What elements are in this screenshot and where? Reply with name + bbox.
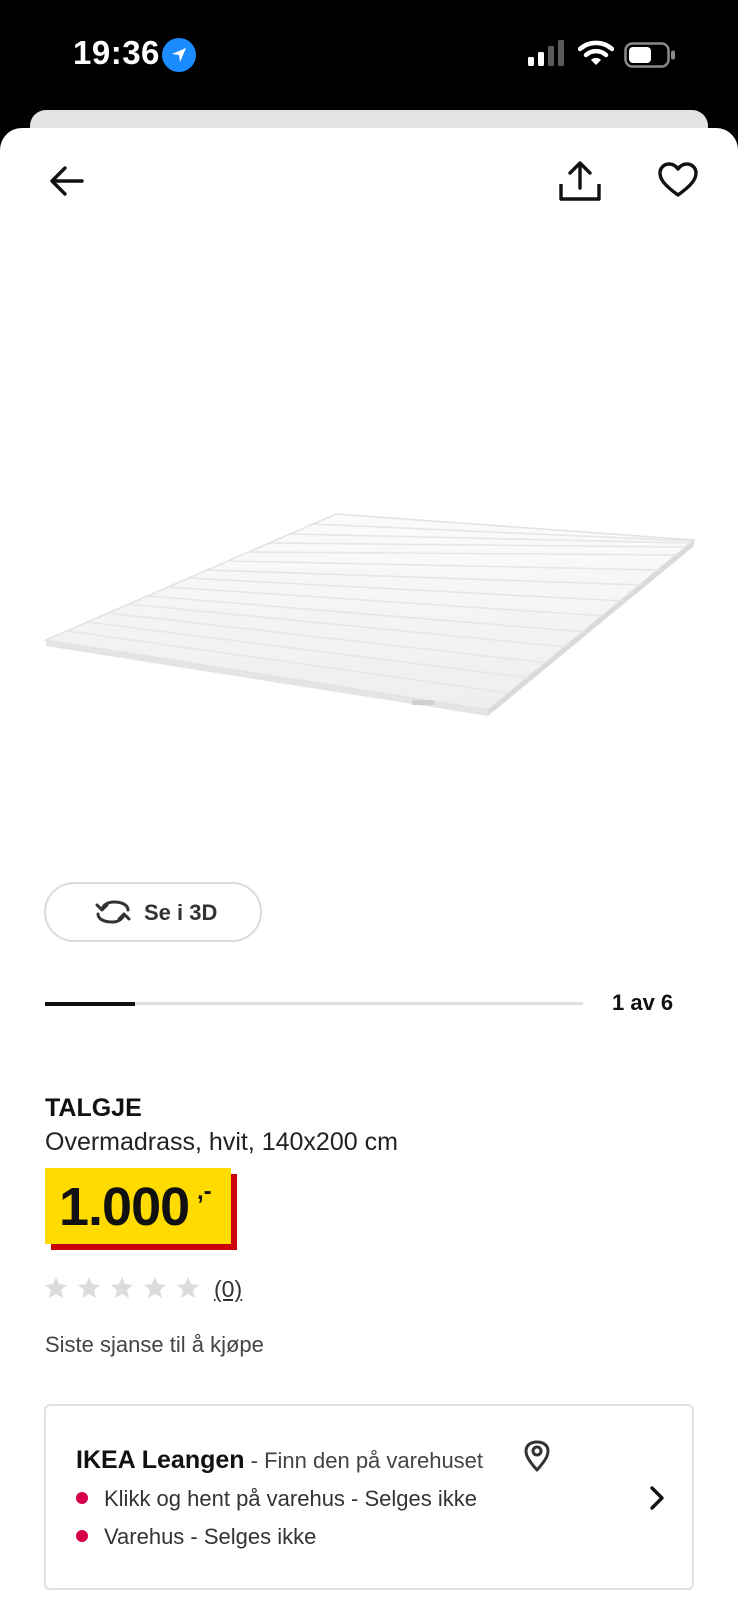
share-icon[interactable]: [558, 160, 602, 204]
carousel-progress-track[interactable]: [45, 1002, 583, 1006]
store-name: IKEA Leangen: [76, 1446, 245, 1474]
price-value: 1.000: [59, 1177, 190, 1237]
status-bar: 19:36: [0, 0, 738, 110]
star-icon: [78, 1277, 100, 1298]
carousel-counter: 1 av 6: [612, 990, 674, 1015]
unavailable-dot-icon: [76, 1492, 88, 1504]
product-name: TALGJE: [45, 1094, 142, 1122]
carousel-progress-fill: [45, 1002, 135, 1006]
star-icon: [177, 1277, 199, 1298]
availability-click-collect: Klikk og hent på varehus - Selges ikke: [76, 1486, 477, 1512]
location-services-icon: [162, 38, 196, 72]
battery-icon: [624, 42, 675, 68]
view-3d-button[interactable]: Se i 3D: [44, 882, 262, 942]
product-description: Overmadrass, hvit, 140x200 cm: [45, 1128, 398, 1156]
price-tag: 1.000 ,-: [45, 1168, 231, 1244]
product-sheet: [0, 128, 738, 1600]
rating-count-link[interactable]: (0): [214, 1276, 242, 1303]
stock-note: Siste sjanse til å kjøpe: [45, 1332, 264, 1357]
star-icon: [111, 1277, 133, 1298]
store-hint: - Finn den på varehuset: [244, 1448, 484, 1473]
store-availability-card[interactable]: IKEA Leangen - Finn den på varehuset Kli…: [44, 1404, 694, 1590]
unavailable-dot-icon: [76, 1530, 88, 1542]
star-icon: [144, 1277, 166, 1298]
product-image[interactable]: [40, 500, 700, 730]
cellular-signal-icon: [528, 40, 564, 66]
status-time: 19:36: [73, 34, 160, 71]
view-3d-label: Se i 3D: [144, 900, 218, 925]
availability-label: Varehus - Selges ikke: [104, 1524, 317, 1549]
location-pin-icon: [524, 1440, 550, 1472]
rating-stars[interactable]: [45, 1276, 205, 1300]
price-suffix: ,-: [197, 1178, 212, 1205]
availability-label: Klikk og hent på varehus - Selges ikke: [104, 1486, 477, 1511]
star-icon: [45, 1277, 67, 1298]
availability-store: Varehus - Selges ikke: [76, 1524, 316, 1550]
chevron-right-icon[interactable]: [648, 1484, 666, 1512]
rotate-3d-icon: [95, 900, 131, 924]
heart-icon[interactable]: [658, 162, 698, 198]
wifi-icon: [578, 40, 614, 65]
back-arrow-icon[interactable]: [48, 162, 86, 200]
store-line: IKEA Leangen - Finn den på varehuset: [76, 1446, 483, 1475]
